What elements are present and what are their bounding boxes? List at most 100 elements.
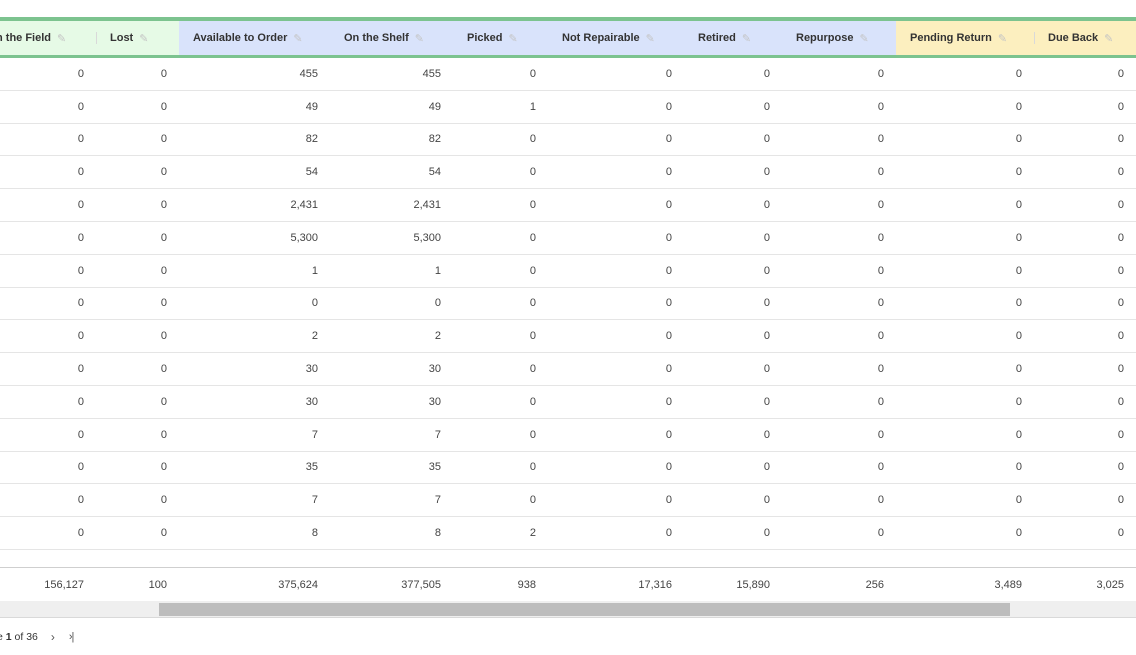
- table-row[interactable]: 0 0 30 30 0 0 0 0 0 0: [0, 353, 1136, 386]
- table-row[interactable]: 0 0 8 8 2 0 0 0 0 0: [0, 517, 1136, 550]
- table-cell: 1: [529, 100, 536, 113]
- table-cell: 0: [1015, 199, 1022, 212]
- table-cell: 0: [1015, 231, 1022, 244]
- column-header-label: n the Field: [0, 32, 51, 44]
- table-row[interactable]: 0 0 30 30 0 0 0 0 0 0: [0, 386, 1136, 419]
- table-cell: 0: [1117, 100, 1124, 113]
- edit-pencil-icon[interactable]: ✎: [57, 32, 66, 45]
- column-header-label: Available to Order: [193, 32, 288, 44]
- table-cell: 0: [529, 67, 536, 80]
- column-header-due-back[interactable]: Due Back ✎: [1034, 21, 1136, 55]
- total-cell: 3,489: [994, 578, 1022, 591]
- column-header-label: Due Back: [1048, 32, 1099, 44]
- table-cell: 5,300: [413, 231, 441, 244]
- table-cell: 0: [529, 133, 536, 146]
- edit-pencil-icon[interactable]: ✎: [998, 32, 1007, 45]
- table-cell: 0: [665, 527, 672, 540]
- table-cell: 0: [529, 363, 536, 376]
- next-page-icon[interactable]: ›: [51, 630, 55, 644]
- table-cell: 35: [428, 461, 441, 474]
- table-cell: 0: [877, 199, 884, 212]
- table-row[interactable]: 0 0 54 54 0 0 0 0 0 0: [0, 156, 1136, 190]
- table-cell: 1: [434, 264, 441, 277]
- table-row[interactable]: 0 0 7 7 0 0 0 0 0 0: [0, 484, 1136, 518]
- table-row[interactable]: 0 0 35 35 0 0 0 0 0 0: [0, 452, 1136, 485]
- scrollbar-thumb[interactable]: [159, 603, 1010, 616]
- table-cell: 0: [665, 231, 672, 244]
- table-row[interactable]: 0 0 49 49 1 0 0 0 0 0: [0, 91, 1136, 124]
- table-cell: 0: [763, 494, 770, 507]
- last-page-icon[interactable]: ›|: [69, 631, 74, 643]
- table-cell: 0: [877, 363, 884, 376]
- table-row[interactable]: 0 0 2,431 2,431 0 0 0 0 0 0: [0, 189, 1136, 222]
- table-cell: 455: [422, 67, 441, 80]
- table-cell: 0: [665, 428, 672, 441]
- table-cell: 0: [529, 297, 536, 310]
- table-cell: 0: [529, 264, 536, 277]
- table-cell: 0: [77, 166, 84, 179]
- table-cell: 0: [529, 199, 536, 212]
- table-cell: 0: [77, 100, 84, 113]
- column-header-label: On the Shelf: [344, 32, 409, 44]
- column-header-lost[interactable]: Lost ✎: [96, 21, 179, 55]
- table-cell: 0: [877, 166, 884, 179]
- table-cell: 0: [877, 297, 884, 310]
- edit-pencil-icon[interactable]: ✎: [139, 32, 148, 45]
- table-cell: 0: [77, 264, 84, 277]
- table-cell: 0: [77, 395, 84, 408]
- table-row[interactable]: 0 0 1 1 0 0 0 0 0 0: [0, 255, 1136, 288]
- table-cell: 0: [160, 199, 167, 212]
- table-row[interactable]: 0 0 7 7 0 0 0 0 0 0: [0, 419, 1136, 452]
- table-cell: 0: [665, 199, 672, 212]
- table-cell: 0: [1015, 297, 1022, 310]
- table-cell: 0: [665, 395, 672, 408]
- table-cell: 0: [877, 461, 884, 474]
- horizontal-scrollbar[interactable]: [0, 601, 1136, 618]
- column-header-picked[interactable]: Picked ✎: [453, 21, 548, 55]
- table-cell: 0: [77, 330, 84, 343]
- table-cell: 0: [1015, 330, 1022, 343]
- table-cell: 2: [311, 330, 318, 343]
- column-header-repurpose[interactable]: Repurpose ✎: [782, 21, 896, 55]
- edit-pencil-icon[interactable]: ✎: [293, 32, 302, 45]
- edit-pencil-icon[interactable]: ✎: [1104, 32, 1113, 45]
- column-header-in-the-field[interactable]: n the Field ✎: [0, 21, 96, 55]
- table-cell: 0: [877, 527, 884, 540]
- edit-pencil-icon[interactable]: ✎: [508, 32, 517, 45]
- table-row[interactable]: 0 0 455 455 0 0 0 0 0 0: [0, 58, 1136, 91]
- table-cell: 0: [763, 297, 770, 310]
- table-cell: 0: [877, 428, 884, 441]
- table-cell: 0: [665, 494, 672, 507]
- table-row[interactable]: 0 0 5,300 5,300 0 0 0 0 0 0: [0, 222, 1136, 255]
- table-cell: 0: [529, 166, 536, 179]
- edit-pencil-icon[interactable]: ✎: [742, 32, 751, 45]
- column-header-retired[interactable]: Retired ✎: [684, 21, 782, 55]
- table-row[interactable]: 0 0 82 82 0 0 0 0 0 0: [0, 124, 1136, 157]
- table-cell: 7: [434, 428, 441, 441]
- total-cell: 938: [517, 578, 536, 591]
- table-cell: 35: [305, 461, 318, 474]
- edit-pencil-icon[interactable]: ✎: [859, 32, 868, 45]
- table-cell: 82: [428, 133, 441, 146]
- table-cell: 0: [529, 428, 536, 441]
- table-cell: 0: [665, 133, 672, 146]
- table-cell: 8: [311, 527, 318, 540]
- table-cell: 0: [529, 494, 536, 507]
- table-cell: 0: [877, 330, 884, 343]
- table-row[interactable]: 0 0 0 0 0 0 0 0 0 0: [0, 288, 1136, 321]
- column-header-available-to-order[interactable]: Available to Order ✎: [179, 21, 330, 55]
- column-header-on-the-shelf[interactable]: On the Shelf ✎: [330, 21, 453, 55]
- table-cell: 0: [77, 494, 84, 507]
- column-header-label: Retired: [698, 32, 736, 44]
- table-cell: 0: [1117, 527, 1124, 540]
- column-header-not-repairable[interactable]: Not Repairable ✎: [548, 21, 684, 55]
- table-row[interactable]: 0 0 2 2 0 0 0 0 0 0: [0, 320, 1136, 354]
- table-cell: 0: [1015, 264, 1022, 277]
- column-header-pending-return[interactable]: Pending Return ✎: [896, 21, 1034, 55]
- table-cell: 0: [160, 166, 167, 179]
- edit-pencil-icon[interactable]: ✎: [646, 32, 655, 45]
- table-cell: 0: [434, 297, 441, 310]
- table-cell: 0: [160, 395, 167, 408]
- header-row: n the Field ✎ Lost ✎ Available to Order …: [0, 21, 1136, 55]
- edit-pencil-icon[interactable]: ✎: [415, 32, 424, 45]
